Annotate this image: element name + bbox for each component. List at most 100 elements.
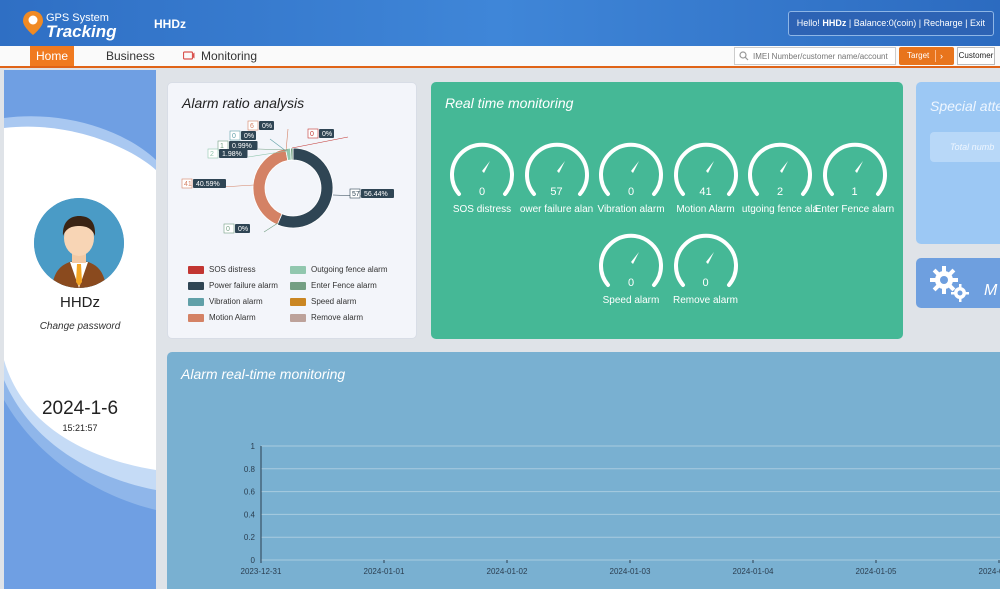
legend-swatch	[188, 282, 204, 290]
legend-label: Speed alarm	[311, 297, 357, 306]
gauge-value: 1	[851, 186, 858, 198]
sidebar-username: HHDz	[60, 294, 100, 311]
y-tick-label: 0.8	[244, 465, 256, 474]
gauge-label: Remove alarm	[672, 295, 739, 306]
alarm-gauge[interactable]: 0 Vibration alarm	[596, 138, 670, 218]
x-tick-label: 2024-01-02	[487, 567, 528, 576]
legend-label: Remove alarm	[311, 313, 364, 322]
more-label: M	[984, 282, 998, 299]
legend-label: Outgoing fence alarm	[311, 265, 388, 274]
svg-text:57: 57	[352, 191, 360, 198]
more-settings-panel[interactable]: M	[916, 258, 1000, 308]
alarm-gauge[interactable]: 0 SOS distress	[447, 138, 521, 218]
special-attention-panel: Special atte Total numb	[916, 82, 1000, 244]
total-number-box[interactable]: Total numb	[930, 132, 1000, 162]
alarm-gauge[interactable]: 57 ower failure alan	[520, 138, 596, 218]
gauge-value: 2	[776, 186, 784, 198]
gauge-value: 57	[550, 186, 563, 198]
x-tick-label: 2024-01-06	[979, 567, 1000, 576]
legend-swatch	[290, 266, 306, 274]
gauge-label: Enter Fence alarn	[814, 204, 895, 215]
avatar[interactable]	[34, 198, 124, 288]
donut-slice[interactable]	[290, 147, 294, 161]
alarm-gauge[interactable]: 0 Speed alarm	[596, 229, 670, 309]
x-tick-label: 2024-01-04	[733, 567, 774, 576]
user-sidebar: HHDz Change password 2024-1-6 15:21:57	[4, 70, 156, 589]
svg-text:1: 1	[220, 143, 224, 150]
svg-text:0: 0	[232, 133, 236, 140]
realtime-monitoring-panel: Real time monitoring 0 SOS distress 57 ower…	[431, 82, 903, 339]
legend-swatch	[290, 298, 306, 306]
donut-slice[interactable]	[252, 148, 289, 226]
svg-text:0%: 0%	[238, 226, 248, 233]
user-status-bar: Hello! HHDz | Balance:0(coin) | Recharge…	[787, 11, 994, 36]
main-nav: Home Business Monitoring Target › Custom…	[0, 46, 1000, 68]
svg-text:0%: 0%	[322, 131, 332, 138]
realtime-monitoring-title: Real time monitoring	[445, 95, 574, 111]
current-date: 2024-1-6	[41, 398, 119, 419]
recharge-link[interactable]: Recharge	[924, 18, 963, 28]
legend-swatch	[188, 314, 204, 322]
donut-label: 1 0.99%	[217, 140, 289, 151]
donut-label: 0 0%	[291, 128, 349, 149]
svg-text:1.98%: 1.98%	[222, 151, 242, 158]
legend-swatch	[188, 266, 204, 274]
search-box	[734, 47, 896, 65]
y-tick-label: 0.6	[244, 488, 256, 497]
location-pin-icon	[23, 11, 43, 35]
balance-text: Balance:0(coin)	[853, 18, 917, 28]
alarm-gauge[interactable]: 2 utgoing fence ala	[742, 138, 819, 218]
alarm-gauge[interactable]: 1 Enter Fence alarn	[815, 138, 894, 218]
y-tick-label: 1	[251, 442, 256, 451]
svg-text:0: 0	[226, 226, 230, 233]
exit-link[interactable]: Exit	[970, 18, 985, 28]
nav-business-tab[interactable]: Business	[106, 46, 155, 66]
alarm-gauge[interactable]: 0 Remove alarm	[671, 229, 745, 309]
gauge-value: 0	[702, 277, 709, 289]
svg-text:0.99%: 0.99%	[232, 143, 252, 150]
gauge-value: 0	[478, 186, 486, 198]
alarm-ratio-panel: Alarm ratio analysis 6 0% 0 0% 0 0% 1 0.99% 2 1.9…	[167, 82, 417, 339]
gauge-label: SOS distress	[452, 204, 512, 215]
gauge-label: utgoing fence ala	[741, 204, 819, 215]
nav-monitoring-label: Monitoring	[201, 49, 258, 63]
svg-text:41: 41	[184, 181, 192, 188]
greeting-username: HHDz	[822, 18, 847, 28]
target-button[interactable]: Target ›	[899, 47, 954, 65]
donut-label: 57 56.44%	[332, 188, 394, 199]
x-tick-label: 2024-01-03	[610, 567, 651, 576]
alarm-ratio-title: Alarm ratio analysis	[182, 95, 305, 111]
top-header: GPS System Tracking HHDz Hello! HHDz | B…	[0, 0, 1000, 46]
legend-label: SOS distress	[209, 265, 256, 274]
gauge-value: 0	[627, 277, 635, 289]
svg-text:6: 6	[250, 123, 254, 130]
alarm-realtime-panel: Alarm real-time monitoring 0 0.2 0.4 0.6 0.8…	[167, 352, 1000, 589]
change-password-link[interactable]: Change password	[4, 321, 156, 332]
legend-label: Power failure alarm	[209, 281, 278, 290]
alarm-realtime-title: Alarm real-time monitoring	[181, 366, 346, 382]
legend-swatch	[188, 298, 204, 306]
svg-text:40.59%: 40.59%	[196, 181, 220, 188]
alarm-gauge[interactable]: 41 Motion Alarm	[671, 138, 745, 218]
greeting-text: Hello!	[796, 18, 820, 28]
nav-home-tab[interactable]: Home	[30, 46, 74, 66]
x-tick-label: 2024-01-05	[856, 567, 897, 576]
search-input[interactable]	[753, 48, 893, 64]
x-tick-label: 2023-12-31	[241, 567, 282, 576]
legend-swatch	[290, 282, 306, 290]
svg-text:0%: 0%	[262, 123, 272, 130]
donut-label: 0 0%	[223, 222, 279, 234]
svg-text:56.44%: 56.44%	[364, 191, 388, 198]
chevron-right-icon: ›	[940, 51, 943, 61]
legend-label: Enter Fence alarm	[311, 281, 377, 290]
current-user-name: HHDz	[154, 17, 186, 31]
alarm-realtime-line-chart: 0 0.2 0.4 0.6 0.8 1 2023-12-31 2024-01-01 2024-0…	[241, 442, 1000, 576]
customer-button[interactable]: Customer	[957, 47, 995, 65]
svg-text:0: 0	[310, 131, 314, 138]
current-time: 15:21:57	[62, 423, 98, 433]
legend-swatch	[290, 314, 306, 322]
legend-label: Motion Alarm	[209, 313, 256, 322]
target-button-divider	[935, 50, 936, 62]
target-button-label: Target	[907, 51, 930, 60]
x-tick-label: 2024-01-01	[364, 567, 405, 576]
